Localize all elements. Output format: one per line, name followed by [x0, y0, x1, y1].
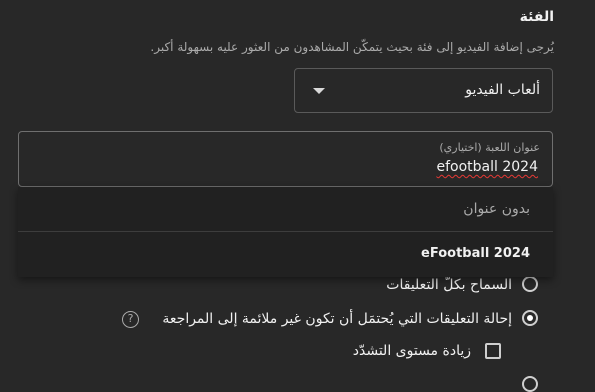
game-suggestions-dropdown: بدون عنوان eFootball 2024 — [18, 187, 553, 277]
option-increase-strictness-label: زيادة مستوى التشدّد — [352, 343, 471, 359]
suggestion-item[interactable]: eFootball 2024 — [18, 231, 553, 276]
category-title: الفئة — [519, 9, 554, 25]
checkbox-increase-strictness[interactable] — [485, 343, 501, 359]
suggestion-label: eFootball 2024 — [421, 246, 530, 261]
category-selected-value: ألعاب الفيديو — [465, 82, 540, 98]
option-allow-all-comments-label: السماح بكلّ التعليقات — [386, 277, 512, 293]
option-hold-comments-review-label: إحالة التعليقات التي يُحتمَل أن تكون غير… — [162, 311, 512, 327]
suggestion-label: بدون عنوان — [463, 201, 530, 217]
help-icon[interactable]: ? — [122, 311, 139, 328]
game-title-label: عنوان اللعبة (اختياري) — [439, 141, 540, 154]
radio-next-option[interactable] — [522, 376, 538, 392]
suggestion-item[interactable]: بدون عنوان — [18, 187, 553, 231]
game-title-input[interactable]: efootball 2024 — [437, 159, 539, 175]
game-title-field[interactable]: عنوان اللعبة (اختياري) efootball 2024 — [18, 131, 553, 187]
radio-hold-comments-review[interactable] — [522, 310, 538, 326]
dropdown-arrow-icon — [313, 88, 325, 94]
category-select[interactable]: ألعاب الفيديو — [294, 68, 553, 113]
category-description: يُرجى إضافة الفيديو إلى فئة بحيث يتمكّن … — [150, 40, 554, 54]
radio-allow-all-comments[interactable] — [522, 276, 538, 292]
